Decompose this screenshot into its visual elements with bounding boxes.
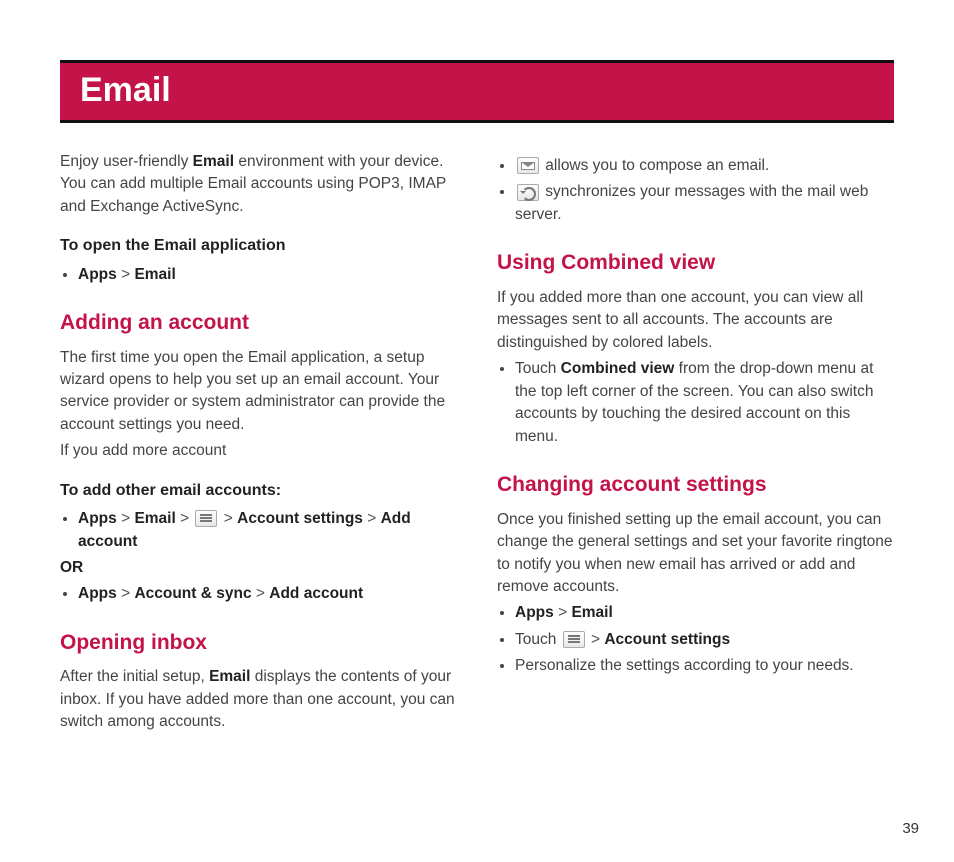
adding-account-title: Adding an account: [60, 308, 457, 338]
icon-feature-list: allows you to compose an email. synchron…: [497, 155, 894, 226]
compose-feature: allows you to compose an email.: [515, 155, 894, 177]
p1-email: Email: [134, 510, 175, 527]
changing-body: Once you finished setting up the email a…: [497, 509, 894, 599]
path-email: Email: [134, 266, 175, 283]
p1-sep1: >: [121, 510, 130, 527]
combined-body: If you added more than one account, you …: [497, 287, 894, 354]
cb2-pre: Touch: [515, 631, 561, 648]
opening-inbox-title: Opening inbox: [60, 628, 457, 658]
combined-list: Touch Combined view from the drop-down m…: [497, 358, 894, 448]
content-columns: Enjoy user-friendly Email environment wi…: [60, 151, 894, 738]
add-other-list: Apps > Email > > Account settings > Add …: [60, 508, 457, 553]
open-app-path: Apps > Email: [78, 264, 457, 286]
p1-sep2: >: [180, 510, 189, 527]
changing-b3: Personalize the settings according to yo…: [515, 655, 894, 677]
p2-apps: Apps: [78, 585, 117, 602]
adding-body1: The first time you open the Email applic…: [60, 347, 457, 437]
cb-bold: Combined view: [561, 360, 675, 377]
page-number: 39: [902, 820, 919, 837]
menu-icon: [563, 631, 585, 648]
left-column: Enjoy user-friendly Email environment wi…: [60, 151, 457, 738]
add-other-title: To add other email accounts:: [60, 479, 457, 502]
combined-bullet: Touch Combined view from the drop-down m…: [515, 358, 894, 448]
changing-list: Apps > Email Touch > Account settings Pe…: [497, 602, 894, 677]
p2-sep1: >: [121, 585, 130, 602]
add-other-path2: Apps > Account & sync > Add account: [78, 583, 457, 605]
sync-text: synchronizes your messages with the mail…: [515, 183, 868, 222]
sync-icon: [517, 184, 539, 201]
cb2-account-settings: Account settings: [604, 631, 730, 648]
open-app-list: Apps > Email: [60, 264, 457, 286]
p1-sep3: >: [224, 510, 233, 527]
intro-bold: Email: [193, 153, 234, 170]
cb2-sep: >: [591, 631, 600, 648]
p2-account-sync: Account & sync: [134, 585, 251, 602]
add-other-path1: Apps > Email > > Account settings > Add …: [78, 508, 457, 553]
p1-apps: Apps: [78, 510, 117, 527]
path-sep: >: [121, 266, 130, 283]
menu-icon: [195, 510, 217, 527]
cb1-sep: >: [558, 604, 567, 621]
p2-add-account: Add account: [269, 585, 363, 602]
changing-b1: Apps > Email: [515, 602, 894, 624]
compose-text: allows you to compose an email.: [541, 157, 769, 174]
p1-sep4: >: [367, 510, 376, 527]
cb-pre: Touch: [515, 360, 561, 377]
oi-bold: Email: [209, 668, 250, 685]
p1-account-settings: Account settings: [237, 510, 363, 527]
or-separator: OR: [60, 557, 457, 579]
p2-sep2: >: [256, 585, 265, 602]
open-app-title: To open the Email application: [60, 234, 457, 257]
intro-pre: Enjoy user-friendly: [60, 153, 193, 170]
right-column: allows you to compose an email. synchron…: [497, 151, 894, 738]
oi-pre: After the initial setup,: [60, 668, 209, 685]
changing-settings-title: Changing account settings: [497, 470, 894, 500]
sync-feature: synchronizes your messages with the mail…: [515, 181, 894, 226]
manual-page: Email Enjoy user-friendly Email environm…: [0, 0, 954, 862]
adding-body2: If you add more account: [60, 440, 457, 462]
path-apps: Apps: [78, 266, 117, 283]
cb1-apps: Apps: [515, 604, 554, 621]
changing-b2: Touch > Account settings: [515, 629, 894, 651]
chapter-title: Email: [80, 71, 171, 109]
add-other-list2: Apps > Account & sync > Add account: [60, 583, 457, 605]
chapter-banner: Email: [60, 60, 894, 123]
combined-view-title: Using Combined view: [497, 248, 894, 278]
intro-paragraph: Enjoy user-friendly Email environment wi…: [60, 151, 457, 218]
compose-icon: [517, 157, 539, 174]
opening-inbox-body: After the initial setup, Email displays …: [60, 666, 457, 733]
cb1-email: Email: [571, 604, 612, 621]
